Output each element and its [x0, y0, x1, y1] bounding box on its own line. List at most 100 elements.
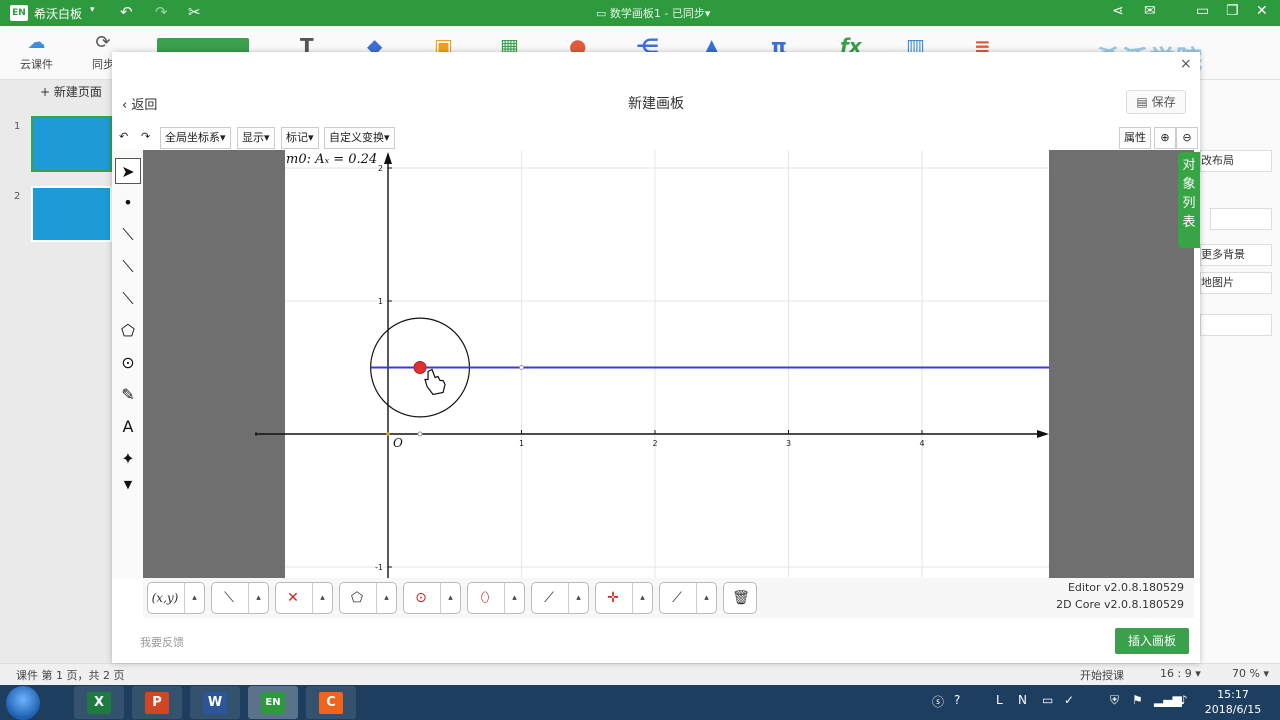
undo-icon[interactable]: ↶: [120, 3, 133, 21]
chevron-up-icon[interactable]: ▴: [184, 583, 204, 613]
layout-button[interactable]: 改布局: [1200, 150, 1272, 172]
camtasia-taskbar-app[interactable]: C: [306, 686, 356, 719]
word-taskbar-app[interactable]: W: [190, 686, 240, 719]
polygon-icon[interactable]: ⬠: [340, 583, 374, 613]
restore-icon[interactable]: ▭: [1196, 3, 1209, 19]
vector-tool-group[interactable]: ⟋ ▴: [531, 582, 589, 614]
vector-icon[interactable]: ⟋: [532, 583, 566, 613]
local-image-button[interactable]: 地图片: [1200, 272, 1272, 294]
delete-tool[interactable]: 🗑: [723, 582, 757, 614]
zoom-out-icon[interactable]: ⊖: [1176, 127, 1198, 149]
mail-icon[interactable]: ✉: [1144, 3, 1156, 19]
polygon-tool-icon[interactable]: ⬠: [115, 318, 141, 344]
insert-board-button[interactable]: 插入画板: [1115, 628, 1189, 654]
document-title[interactable]: ▭ 数学画板1 - 已同步▾: [596, 5, 710, 21]
measurement-readout[interactable]: m0: Aₓ = 0.24: [286, 152, 377, 167]
dialog-close-icon[interactable]: ×: [1180, 56, 1192, 72]
maximize-icon[interactable]: ❐: [1226, 3, 1239, 19]
excel-taskbar-app[interactable]: X: [74, 686, 124, 719]
ruler-icon[interactable]: ⟋: [660, 583, 694, 613]
text-tool-icon[interactable]: A: [115, 414, 141, 440]
chevron-up-icon[interactable]: ▴: [376, 583, 396, 613]
object-list-tab[interactable]: 对 象 列 表: [1178, 152, 1200, 248]
zoom-select[interactable]: 70 % ▾: [1232, 667, 1269, 680]
segment-tool-group[interactable]: ⟍ ▴: [211, 582, 269, 614]
tray-shield-icon[interactable]: ⛨: [1110, 693, 1119, 708]
intersection-icon[interactable]: ✕: [276, 583, 310, 613]
redo-icon[interactable]: ↷: [155, 3, 168, 21]
perpendicular-icon[interactable]: ✛: [596, 583, 630, 613]
chevron-up-icon[interactable]: ▴: [568, 583, 588, 613]
aspect-ratio-select[interactable]: 16 : 9 ▾: [1160, 667, 1201, 680]
line-tool-icon[interactable]: ⟍: [115, 254, 141, 280]
graph-canvas[interactable]: 1 2 3 4 -1 1 2 O m0: Aₓ = 0.24: [143, 150, 1194, 578]
save-button[interactable]: ▤ 保存: [1126, 90, 1186, 114]
cloud-courseware-button[interactable]: ☁ 云课件: [20, 32, 53, 72]
circle-tool-group[interactable]: ⊙ ▴: [403, 582, 461, 614]
seewo-taskbar-app[interactable]: EN: [248, 686, 298, 719]
zoom-in-icon[interactable]: ⊕: [1154, 127, 1176, 149]
windows-taskbar: X P W EN C ⓢ ? L N ▭ ✓ ⛨ ⚑ ▂▄▆ ♪ 15:17 2…: [0, 685, 1280, 720]
polygon-tool-group[interactable]: ⬠ ▴: [339, 582, 397, 614]
tray-check-icon[interactable]: ✓: [1064, 693, 1074, 707]
chevron-up-icon[interactable]: ▴: [504, 583, 524, 613]
ellipse-icon[interactable]: ⬯: [468, 583, 502, 613]
geo-undo-icon[interactable]: ↶: [115, 127, 134, 149]
point-tool-icon[interactable]: •: [115, 190, 141, 216]
ray-tool-icon[interactable]: ⟍: [115, 286, 141, 312]
network-icon[interactable]: ▂▄▆: [1154, 693, 1182, 707]
coordinate-tool-group[interactable]: (x,y) ▴: [147, 582, 205, 614]
mark-menu[interactable]: 标记▾: [281, 127, 319, 149]
coordinate-point-icon[interactable]: (x,y): [148, 583, 182, 613]
perpendicular-tool-group[interactable]: ✛ ▴: [595, 582, 653, 614]
new-page-button[interactable]: + 新建页面: [40, 83, 102, 100]
circle-center-icon[interactable]: ⊙: [404, 583, 438, 613]
display-menu[interactable]: 显示▾: [237, 127, 275, 149]
more-backgrounds-button[interactable]: 更多背景: [1200, 244, 1272, 266]
geo-redo-icon[interactable]: ↷: [137, 127, 156, 149]
chevron-up-icon[interactable]: ▴: [312, 583, 332, 613]
app-menu-caret[interactable]: ▾: [90, 5, 95, 15]
powerpoint-taskbar-app[interactable]: P: [132, 686, 182, 719]
start-button[interactable]: [6, 686, 40, 720]
start-teaching-link[interactable]: 开始授课: [1080, 667, 1124, 683]
custom-transform-menu[interactable]: 自定义变换▾: [324, 127, 395, 149]
scissors-icon[interactable]: ✂: [188, 3, 201, 21]
segment-tool-icon[interactable]: ⟍: [115, 222, 141, 248]
attributes-button[interactable]: 属性: [1119, 127, 1151, 149]
volume-icon[interactable]: ♪: [1180, 693, 1188, 707]
app-name[interactable]: 希沃白板: [34, 5, 82, 22]
select-arrow-icon[interactable]: ➤: [115, 158, 141, 184]
pen-tool-icon[interactable]: ✎: [115, 382, 141, 408]
system-clock[interactable]: 15:17 2018/6/15: [1198, 687, 1268, 717]
global-coordinates-menu[interactable]: 全局坐标系▾: [160, 127, 231, 149]
chevron-up-icon[interactable]: ▴: [440, 583, 460, 613]
magic-wand-icon[interactable]: ✦: [115, 446, 141, 472]
trash-icon[interactable]: 🗑: [724, 583, 758, 613]
coordinate-plane[interactable]: 1 2 3 4 -1 1 2 O: [143, 150, 1194, 578]
tray-flag-icon[interactable]: ⚑: [1132, 693, 1143, 707]
measure-tool-group[interactable]: ⟋ ▴: [659, 582, 717, 614]
chevron-down-icon[interactable]: ▼: [115, 472, 141, 498]
chevron-up-icon[interactable]: ▴: [248, 583, 268, 613]
tray-help-icon[interactable]: ?: [954, 693, 960, 707]
share-icon[interactable]: ⋖: [1112, 3, 1124, 19]
tray-printer-icon[interactable]: ▭: [1042, 693, 1053, 707]
sync-button[interactable]: ⟳ 同步: [92, 32, 114, 72]
conic-tool-group[interactable]: ⬯ ▴: [467, 582, 525, 614]
property-field[interactable]: [1200, 314, 1272, 336]
chevron-up-icon[interactable]: ▴: [696, 583, 716, 613]
tray-n-icon[interactable]: N: [1018, 693, 1027, 707]
intersect-tool-group[interactable]: ✕ ▴: [275, 582, 333, 614]
feedback-link[interactable]: 我要反馈: [140, 634, 184, 650]
color-select[interactable]: [1210, 208, 1272, 230]
close-icon[interactable]: ✕: [1256, 3, 1268, 19]
chevron-up-icon[interactable]: ▴: [632, 583, 652, 613]
circle-tool-icon[interactable]: ⊙: [115, 350, 141, 376]
tray-s-icon[interactable]: ⓢ: [932, 693, 944, 710]
segment-icon[interactable]: ⟍: [212, 583, 246, 613]
plot-background: [285, 150, 1049, 578]
page-thumbnail-1[interactable]: [31, 116, 112, 172]
page-thumbnail-2[interactable]: [31, 186, 112, 242]
tray-l-icon[interactable]: L: [996, 693, 1003, 707]
